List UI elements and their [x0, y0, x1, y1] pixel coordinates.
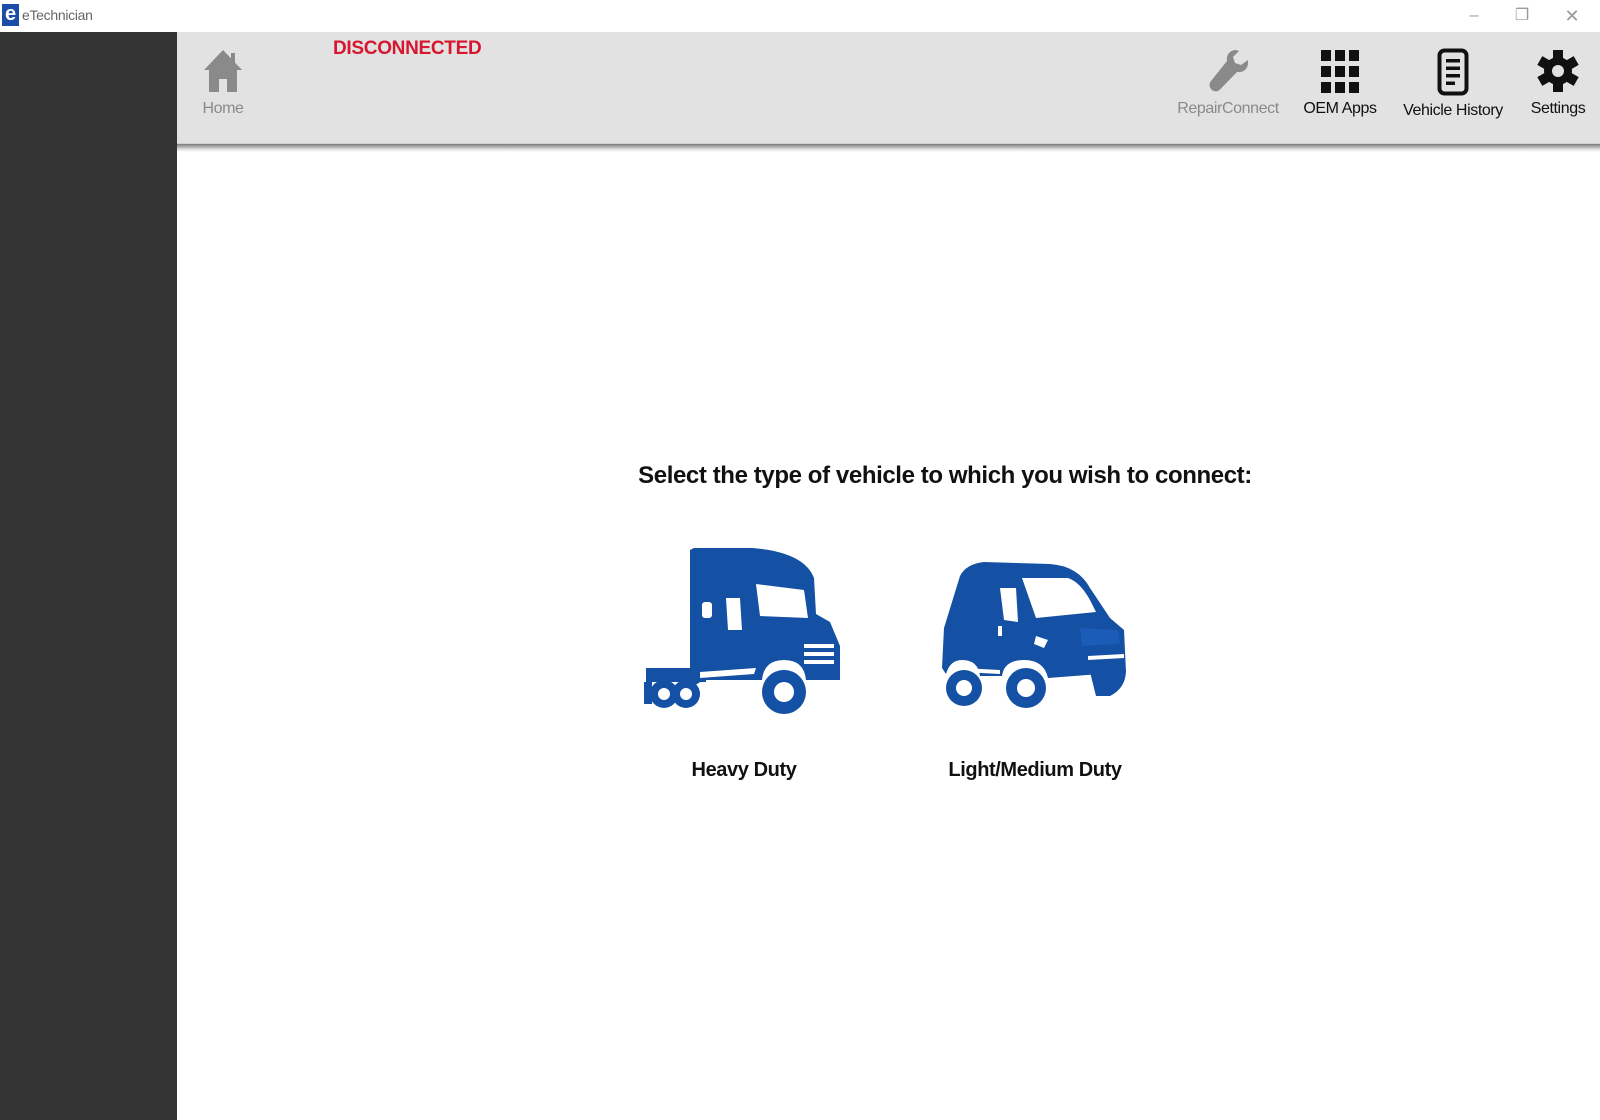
toolbar-shadow — [177, 144, 1600, 152]
light-medium-duty-option[interactable]: Light/Medium Duty — [930, 548, 1140, 782]
gear-icon — [1537, 50, 1579, 92]
settings-label: Settings — [1530, 100, 1586, 117]
home-label: Home — [202, 100, 244, 117]
repairconnect-button[interactable]: RepairConnect — [1176, 48, 1280, 118]
app-logo: e — [2, 4, 19, 26]
vehicle-type-prompt: Select the type of vehicle to which you … — [638, 462, 1252, 489]
maximize-button[interactable]: ❐ — [1511, 5, 1533, 27]
van-icon — [942, 562, 1126, 708]
window-title: eTechnician — [22, 7, 93, 23]
wrench-icon — [1209, 50, 1248, 92]
title-bar: e eTechnician – ❐ ✕ — [0, 0, 1600, 32]
oem-apps-label: OEM Apps — [1303, 100, 1377, 117]
home-button[interactable]: Home — [198, 48, 248, 118]
heavy-duty-option[interactable]: Heavy Duty — [632, 548, 856, 782]
heavy-duty-label: Heavy Duty — [691, 759, 797, 781]
minimize-button[interactable]: – — [1463, 5, 1485, 27]
semi-truck-icon — [644, 548, 840, 714]
settings-button[interactable]: Settings — [1523, 48, 1593, 118]
light-medium-duty-label: Light/Medium Duty — [948, 759, 1122, 781]
connection-status: DISCONNECTED — [333, 38, 482, 59]
vehicle-history-button[interactable]: Vehicle History — [1403, 48, 1503, 120]
grid-icon — [1321, 50, 1359, 93]
oem-apps-button[interactable]: OEM Apps — [1300, 48, 1380, 118]
close-button[interactable]: ✕ — [1561, 5, 1583, 27]
repairconnect-label: RepairConnect — [1177, 100, 1279, 117]
left-sidebar — [0, 32, 177, 1120]
home-icon — [204, 50, 242, 92]
document-icon — [1437, 48, 1469, 96]
vehicle-history-label: Vehicle History — [1403, 102, 1503, 119]
